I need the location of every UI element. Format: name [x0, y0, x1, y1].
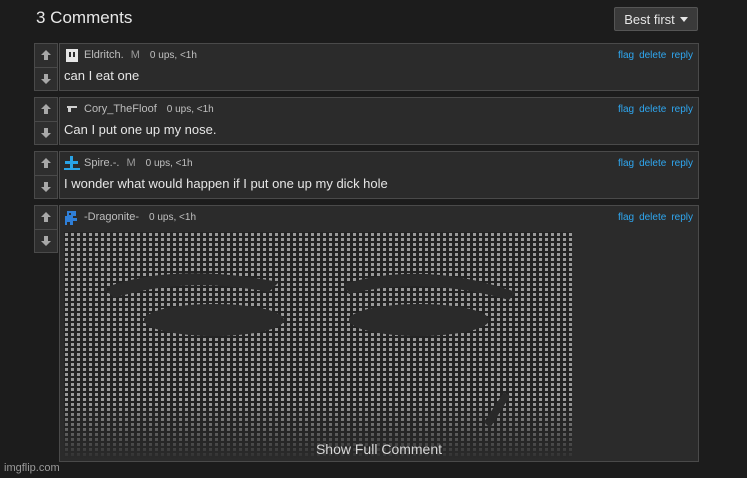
sort-dropdown[interactable]: Best first — [614, 7, 698, 31]
comment-text: Can I put one up my nose. — [64, 122, 217, 137]
ascii-art-pattern — [64, 232, 572, 458]
delete-link[interactable]: delete — [639, 50, 666, 61]
ascii-art-image — [64, 232, 572, 458]
arrow-down-icon — [41, 73, 51, 84]
comment: Cory_TheFloof 0 ups, <1h flag delete rep… — [34, 97, 699, 145]
comment: -Dragonite- 0 ups, <1h flag delete reply — [34, 205, 699, 462]
dino-icon[interactable] — [64, 210, 80, 225]
flag-link[interactable]: flag — [618, 158, 634, 169]
vote-column — [34, 151, 58, 199]
arrow-up-icon — [41, 212, 51, 223]
caret-down-icon — [679, 16, 688, 22]
upvote-button[interactable] — [35, 206, 57, 229]
arrow-down-icon — [41, 127, 51, 138]
downvote-button[interactable] — [35, 120, 57, 145]
flag-link[interactable]: flag — [618, 50, 634, 61]
comment-text: I wonder what would happen if I put one … — [64, 176, 388, 191]
arrow-down-icon — [41, 181, 51, 192]
comment-stats: 0 ups, <1h — [166, 103, 214, 115]
reply-link[interactable]: reply — [671, 50, 693, 61]
comment-username[interactable]: Eldritch. — [84, 49, 124, 61]
user-gender: M — [126, 157, 136, 169]
comment-body: Cory_TheFloof 0 ups, <1h flag delete rep… — [59, 97, 699, 145]
delete-link[interactable]: delete — [639, 104, 666, 115]
reply-link[interactable]: reply — [671, 104, 693, 115]
delete-link[interactable]: delete — [639, 158, 666, 169]
upvote-button[interactable] — [35, 98, 57, 121]
show-full-comment-link[interactable]: Show Full Comment — [60, 441, 698, 457]
user-gender: M — [130, 49, 140, 61]
vote-column — [34, 43, 58, 91]
comment: Eldritch. M 0 ups, <1h flag delete reply… — [34, 43, 699, 91]
reply-link[interactable]: reply — [671, 158, 693, 169]
reply-link[interactable]: reply — [671, 212, 693, 223]
comment-username[interactable]: Cory_TheFloof — [84, 103, 157, 115]
delete-link[interactable]: delete — [639, 212, 666, 223]
arrow-up-icon — [41, 104, 51, 115]
arrow-up-icon — [41, 158, 51, 169]
cross-icon[interactable] — [64, 156, 80, 170]
downvote-button[interactable] — [35, 66, 57, 91]
comment-body: Eldritch. M 0 ups, <1h flag delete reply… — [59, 43, 699, 91]
downvote-button[interactable] — [35, 174, 57, 199]
arrow-down-icon — [41, 235, 51, 246]
comment-body: Spire.-. M 0 ups, <1h flag delete reply … — [59, 151, 699, 199]
vote-column — [34, 97, 58, 145]
comments-header-title: 3 Comments — [36, 8, 133, 27]
skull-icon[interactable] — [64, 48, 80, 62]
arrow-up-icon — [41, 50, 51, 61]
downvote-button[interactable] — [35, 228, 57, 253]
imgflip-watermark: imgflip.com — [4, 462, 60, 474]
comment-stats: 0 ups, <1h — [149, 49, 197, 61]
sort-label: Best first — [624, 11, 675, 27]
comment-text: can I eat one — [64, 68, 140, 83]
comment: Spire.-. M 0 ups, <1h flag delete reply … — [34, 151, 699, 199]
vote-column — [34, 205, 58, 253]
upvote-button[interactable] — [35, 152, 57, 175]
upvote-button[interactable] — [35, 44, 57, 67]
comment-stats: 0 ups, <1h — [149, 211, 197, 223]
comment-username[interactable]: Spire.-. — [84, 157, 119, 169]
comment-body: -Dragonite- 0 ups, <1h flag delete reply — [59, 205, 699, 462]
flag-link[interactable]: flag — [618, 104, 634, 115]
gun-icon[interactable] — [64, 102, 80, 116]
comment-username[interactable]: -Dragonite- — [84, 211, 139, 223]
comment-stats: 0 ups, <1h — [145, 157, 193, 169]
flag-link[interactable]: flag — [618, 212, 634, 223]
